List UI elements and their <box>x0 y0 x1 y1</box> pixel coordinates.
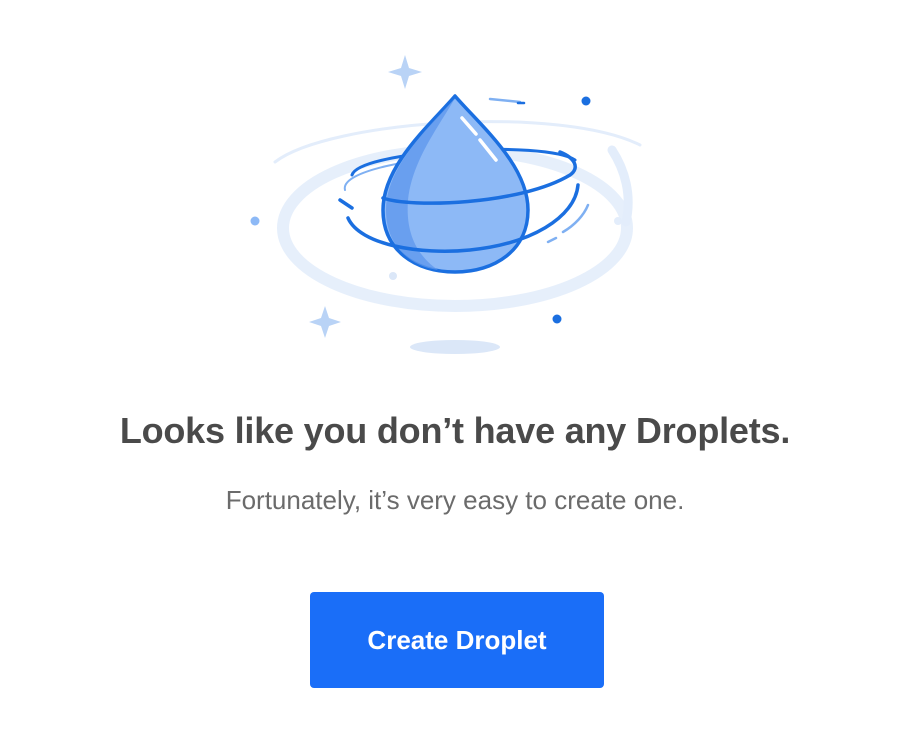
front-swirl-3 <box>338 198 354 210</box>
dot-bottom-mid <box>389 272 397 280</box>
droplet-illustration <box>250 55 642 354</box>
droplet-shadow <box>410 340 500 354</box>
create-droplet-button[interactable]: Create Droplet <box>310 592 604 688</box>
top-dash <box>488 97 522 104</box>
right-dash-2 <box>546 236 558 244</box>
dot-bottom-right <box>552 314 562 324</box>
empty-state-subtext: Fortunately, it’s very easy to create on… <box>225 485 685 515</box>
sparkle-top <box>388 55 422 89</box>
sparkle-bottom <box>309 306 341 338</box>
empty-state-headline: Looks like you don’t have any Droplets. <box>119 410 791 451</box>
dot-right <box>614 217 622 225</box>
dot-left <box>250 216 260 226</box>
empty-state: Looks like you don’t have any Droplets. … <box>0 0 910 748</box>
dot-top-right <box>581 96 591 106</box>
